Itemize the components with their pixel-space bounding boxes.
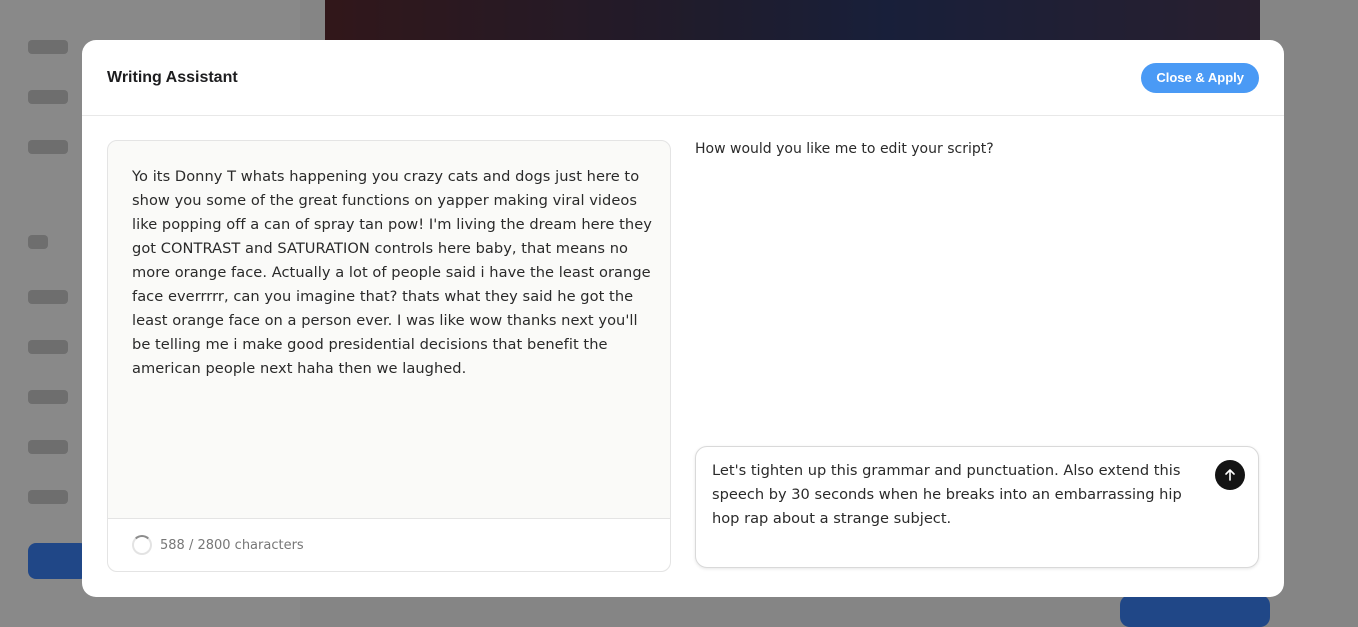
close-and-apply-button[interactable]: Close & Apply bbox=[1141, 62, 1259, 93]
arrow-up-icon bbox=[1225, 469, 1235, 481]
modal-body: Yo its Donny T whats happening you crazy… bbox=[82, 116, 1284, 596]
script-editor-footer: 588 / 2800 characters bbox=[108, 518, 670, 571]
script-text-editor[interactable]: Yo its Donny T whats happening you crazy… bbox=[132, 165, 652, 381]
character-count: 588 / 2800 characters bbox=[160, 537, 304, 553]
script-editor-panel: Yo its Donny T whats happening you crazy… bbox=[107, 140, 671, 572]
modal-header: Writing Assistant Close & Apply bbox=[82, 40, 1284, 116]
modal-title: Writing Assistant bbox=[107, 68, 238, 86]
assistant-input-box: Let's tighten up this grammar and punctu… bbox=[695, 446, 1259, 568]
send-button[interactable] bbox=[1215, 460, 1245, 490]
assistant-question: How would you like me to edit your scrip… bbox=[695, 141, 994, 157]
character-progress-ring-icon bbox=[132, 535, 152, 555]
assistant-prompt-input[interactable]: Let's tighten up this grammar and punctu… bbox=[712, 459, 1202, 555]
writing-assistant-modal: Writing Assistant Close & Apply Yo its D… bbox=[82, 40, 1284, 597]
